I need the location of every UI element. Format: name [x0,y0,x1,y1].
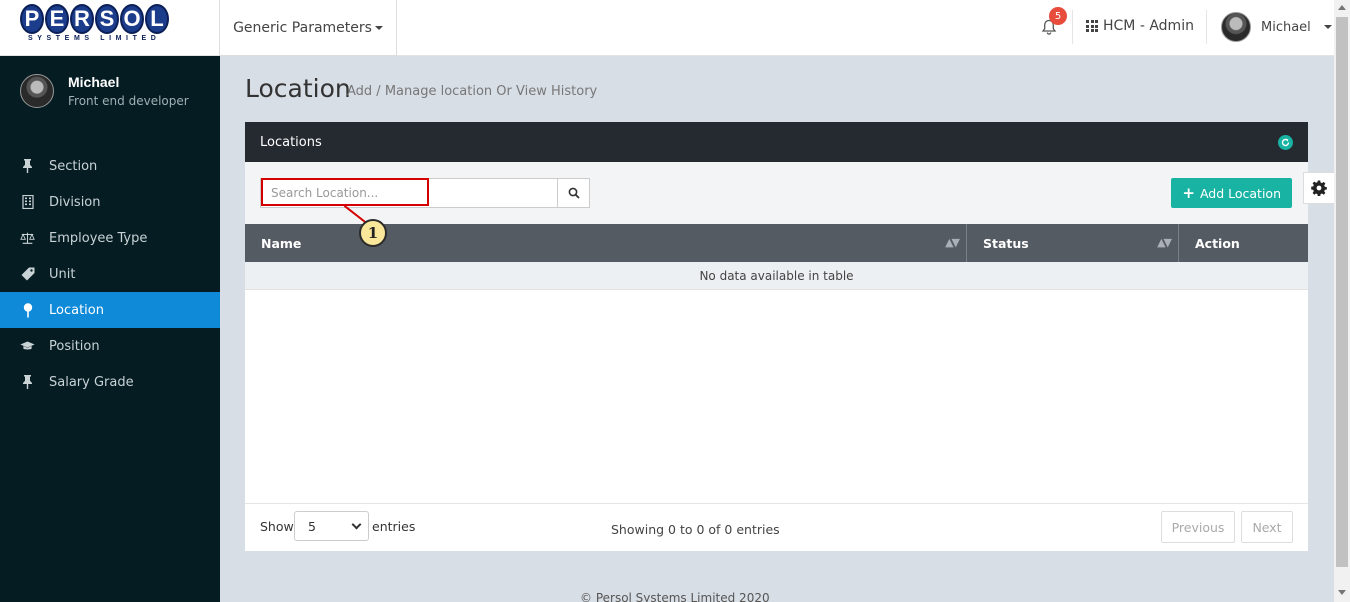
caret-down-icon [1323,25,1332,29]
table-info: Showing 0 to 0 of 0 entries [611,522,780,537]
column-header-status[interactable]: Status ▲▼ [967,224,1179,262]
page-size-select[interactable]: 5 [294,511,369,541]
add-location-label: Add Location [1199,185,1281,201]
notification-count-badge: 5 [1049,7,1067,25]
sidebar-item-employee-type[interactable]: Employee Type [0,220,220,256]
graduation-cap-icon [20,339,35,354]
pin-icon [20,159,35,174]
search-icon [568,187,580,199]
sidebar-item-label: Location [49,302,104,318]
caret-down-icon [374,25,383,30]
sidebar-item-section[interactable]: Section [0,148,220,184]
user-avatar [1221,12,1251,42]
sidebar-item-unit[interactable]: Unit [0,256,220,292]
page-size-value: 5 [308,518,316,534]
search-group [260,178,590,208]
sidebar-item-label: Salary Grade [49,374,134,390]
plus-icon: + [1182,183,1195,202]
profile-name: Michael [68,74,120,90]
sidebar-profile[interactable]: Michael Front end developer [20,74,189,108]
add-location-button[interactable]: + Add Location [1171,178,1292,208]
sidebar-nav: Section Division Employee Type Unit Loca… [0,148,220,400]
table-empty-row: No data available in table [245,262,1308,290]
table-footer: Show 5 entries Showing 0 to 0 of 0 entri… [245,503,1308,551]
logo-tagline: SYSTEMS LIMITED [28,35,161,42]
sidebar-item-label: Section [49,158,98,174]
entries-label: entries [372,519,416,534]
module-menu-label: Generic Parameters [233,19,372,36]
sidebar: Michael Front end developer Section Divi… [0,56,220,602]
locations-card: Locations + Add Location Name ▲▼ Status … [245,122,1308,551]
app-switcher[interactable]: HCM - Admin [1086,18,1194,34]
sidebar-item-division[interactable]: Division [0,184,220,220]
copyright-text: © Persol Systems Limited 2020 [580,591,770,602]
sidebar-item-label: Unit [49,266,76,282]
sidebar-item-label: Employee Type [49,230,148,246]
gear-icon [1311,180,1327,196]
empty-table-message: No data available in table [699,268,854,283]
locations-table: Name ▲▼ Status ▲▼ Action No data availab… [245,224,1308,290]
scrollbar-thumb[interactable] [1336,17,1348,567]
profile-avatar [20,74,54,108]
search-button[interactable] [558,178,590,208]
sort-icon: ▲▼ [1157,236,1172,249]
table-toolbar: + Add Location [245,162,1308,224]
column-header-action: Action [1195,235,1240,251]
sidebar-item-position[interactable]: Position [0,328,220,364]
column-header-name[interactable]: Name ▲▼ [245,224,967,262]
scroll-down-icon[interactable] [1338,590,1346,595]
sidebar-item-label: Division [49,194,101,210]
top-navbar: P E R S O L SYSTEMS LIMITED Generic Para… [0,0,1334,56]
show-label: Show [260,519,294,534]
chevron-down-icon [351,519,362,530]
table-header-row: Name ▲▼ Status ▲▼ Action [245,224,1308,262]
sidebar-item-label: Position [49,338,100,354]
card-header: Locations [245,122,1308,162]
navbar-divider [1206,10,1207,44]
pin-icon [20,375,35,390]
navbar-divider [1072,10,1073,44]
refresh-icon[interactable] [1278,135,1293,150]
page-scrollbar[interactable] [1334,0,1350,602]
building-icon [20,195,35,210]
page-title: Location [245,74,351,103]
user-menu-name: Michael [1261,19,1311,35]
module-menu-dropdown[interactable]: Generic Parameters [219,0,397,56]
logo-wordmark: P E R S O L [20,4,198,34]
card-title: Locations [260,134,322,150]
sidebar-item-salary-grade[interactable]: Salary Grade [0,364,220,400]
tag-icon [20,267,35,282]
search-location-input[interactable] [260,178,558,208]
profile-role: Front end developer [68,94,189,108]
sidebar-item-location[interactable]: Location [0,292,220,328]
apps-grid-icon [1086,20,1099,32]
user-menu-dropdown[interactable]: Michael [1221,12,1332,42]
location-pin-icon [20,302,35,318]
app-switcher-label: HCM - Admin [1103,18,1194,34]
page-subtitle: Add / Manage location Or View History [347,84,598,99]
previous-page-button[interactable]: Previous [1161,511,1235,543]
persol-logo[interactable]: P E R S O L SYSTEMS LIMITED [20,4,198,46]
scroll-up-icon[interactable] [1338,5,1346,10]
balance-scale-icon [20,231,35,246]
sort-asc-icon: ▲▼ [945,236,960,249]
next-page-button[interactable]: Next [1241,511,1293,543]
annotation-step-marker: 1 [359,219,387,247]
settings-panel-toggle[interactable] [1303,172,1334,204]
